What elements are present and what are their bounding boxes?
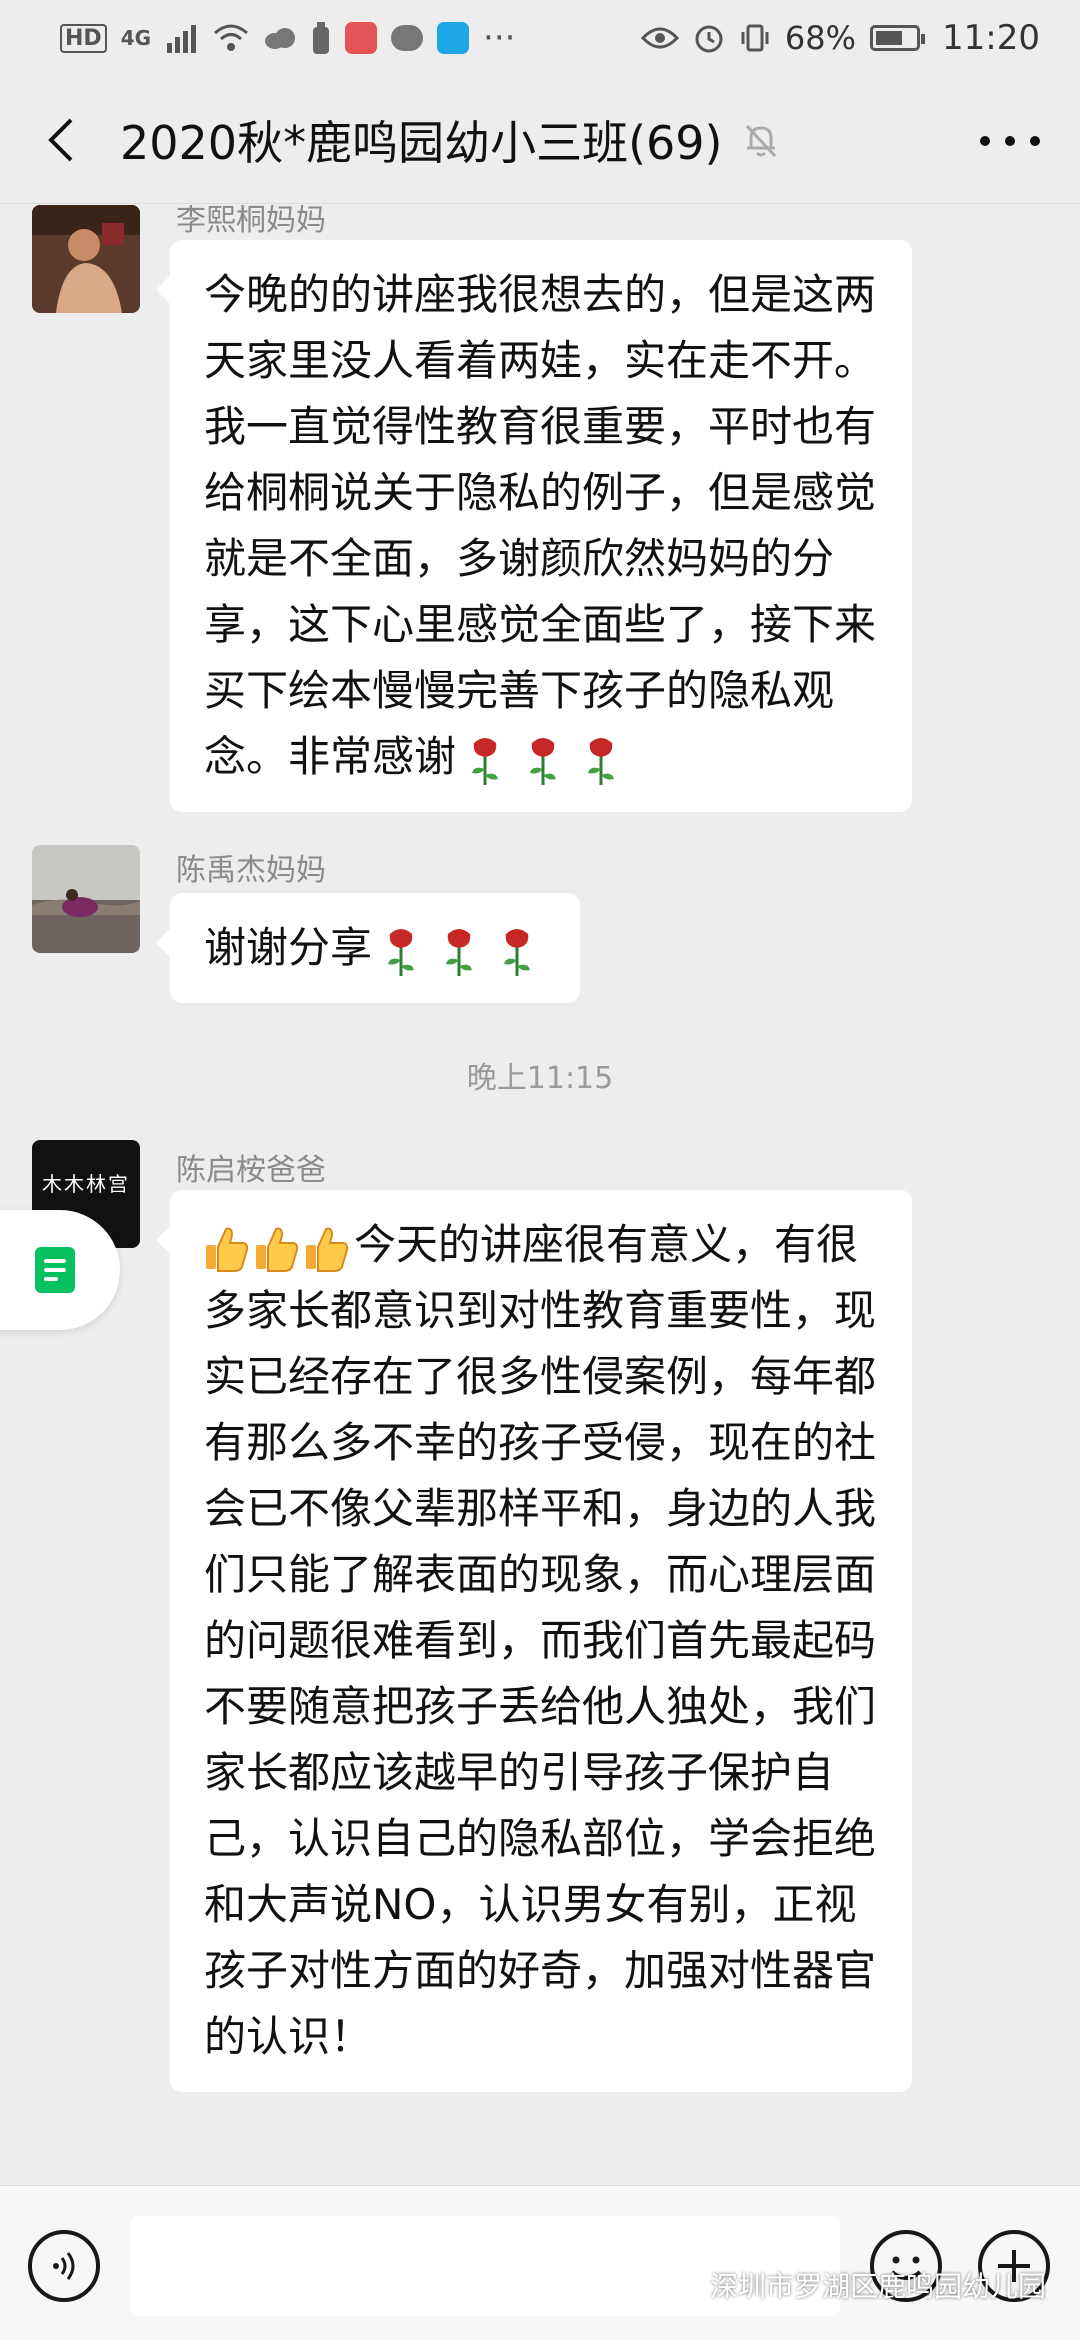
message-bubble[interactable]: 谢谢分享 [155, 893, 581, 1003]
app-notification-icon [345, 22, 378, 54]
rose-icon [446, 928, 473, 976]
chat-screen: HD 4G ··· 68% 11:20 2020秋*鹿鸣园幼小三班(69) 李熙… [0, 0, 1080, 2340]
sender-name: 陈禹杰妈妈 [176, 853, 326, 888]
voice-icon [53, 2252, 75, 2280]
rose-icon [472, 737, 499, 785]
time-divider: 晚上11:15 [466, 1061, 614, 1096]
more-options-icon[interactable] [980, 116, 1040, 166]
message-text: 今天的讲座很有意义，有很多家长都意识到对性教育重要性，现实已经存在了很多性侵案例… [204, 1220, 877, 2061]
clock: 11:20 [942, 18, 1040, 58]
avatar[interactable] [32, 845, 140, 953]
watermark: 深圳市罗湖区鹿鸣园幼儿园 [668, 2265, 1046, 2305]
message-list: 李熙桐妈妈 今晚的的讲座我很想去的，但是这两天家里没人看着两娃，实在走不开。我一… [0, 205, 1080, 2185]
document-icon [35, 1247, 75, 1293]
floating-document-tab[interactable] [0, 1210, 120, 1330]
avatar-logo-text: 木木林宫 [42, 1172, 130, 1196]
mute-bell-icon [745, 124, 776, 157]
voice-input-button[interactable] [28, 2230, 100, 2302]
hd-icon: HD [60, 23, 107, 53]
thumbs-up-icon [306, 1227, 349, 1272]
input-bar [0, 2185, 1080, 2340]
alarm-icon [695, 25, 723, 53]
sender-name: 陈启桉爸爸 [176, 1153, 326, 1188]
chat-header: 2020秋*鹿鸣园幼小三班(69) [0, 76, 1080, 204]
message-text: 谢谢分享 [204, 923, 373, 972]
rose-icon [530, 737, 557, 785]
rose-icon [588, 737, 615, 785]
rose-emoji-group [372, 923, 546, 976]
battery-percent: 68% [784, 19, 857, 57]
rose-icon [504, 928, 531, 976]
wechat-icon [668, 2271, 702, 2298]
status-right: 68% 11:20 [640, 18, 1040, 58]
wifi-icon [214, 24, 249, 51]
status-bar: HD 4G ··· 68% 11:20 [0, 0, 1080, 76]
chat-title: 2020秋*鹿鸣园幼小三班(69) [120, 115, 723, 170]
battery-level [876, 31, 903, 45]
bottle-icon [313, 22, 330, 54]
message-text: 今晚的的讲座我很想去的，但是这两天家里没人看着两娃，实在走不开。我一直觉得性教育… [204, 270, 877, 781]
sender-name: 李熙桐妈妈 [176, 205, 326, 238]
battery-icon [870, 25, 926, 51]
lightbulb-notification-icon [437, 22, 470, 54]
message-bubble[interactable]: 今天的讲座很有意义，有很多家长都意识到对性教育重要性，现实已经存在了很多性侵案例… [156, 1190, 912, 2092]
thumbs-up-icon [206, 1227, 249, 1272]
rose-emoji-group [456, 732, 630, 785]
back-icon[interactable] [30, 110, 90, 170]
rose-icon [388, 928, 415, 976]
thumbs-up-emoji-group [204, 1220, 354, 1272]
signal-icon [167, 25, 197, 53]
eye-icon [640, 27, 679, 49]
network-label: 4G [120, 26, 152, 50]
vibrate-icon [741, 24, 769, 52]
message-bubble[interactable]: 今晚的的讲座我很想去的，但是这两天家里没人看着两娃，实在走不开。我一直觉得性教育… [156, 240, 912, 812]
avatar[interactable] [32, 205, 140, 313]
thumbs-up-icon [256, 1227, 299, 1272]
cloud-icon [265, 28, 296, 49]
more-notifications-label: ··· [483, 18, 516, 58]
status-left: HD 4G ··· [60, 18, 515, 58]
message-notification-icon [391, 25, 424, 51]
watermark-text: 深圳市罗湖区鹿鸣园幼儿园 [710, 2270, 1047, 2303]
